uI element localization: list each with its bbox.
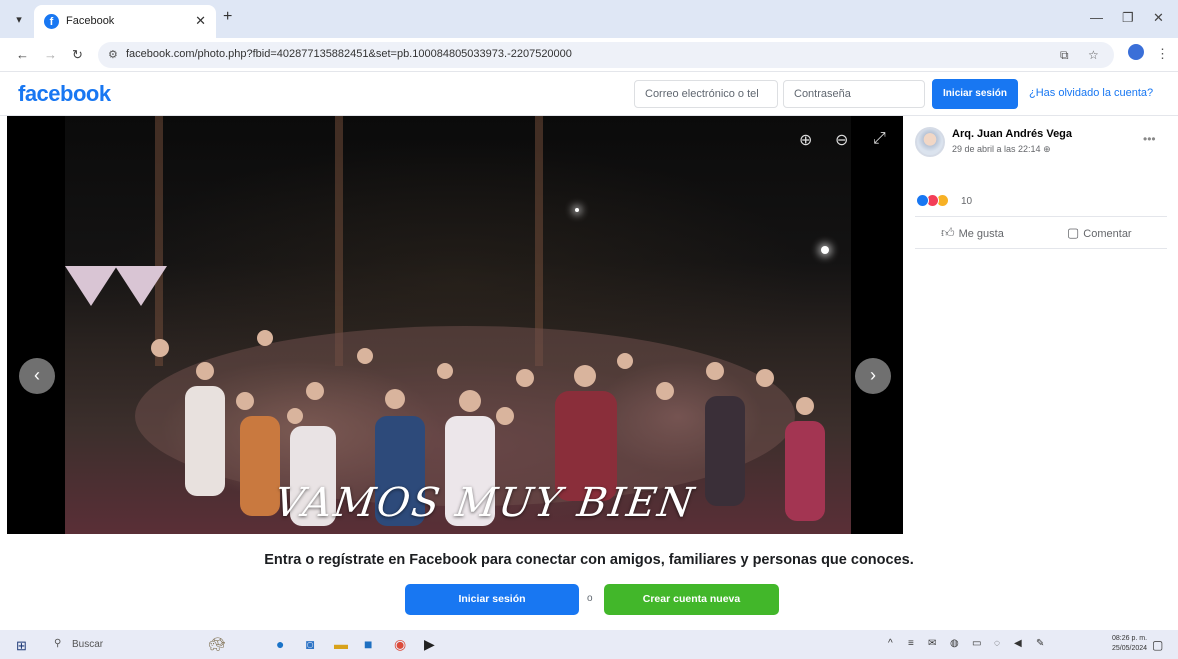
post-panel: Arq. Juan Andrés Vega 29 de abril a las …: [903, 116, 1178, 534]
zoom-in-icon[interactable]: ⊕: [799, 130, 812, 150]
post-date[interactable]: 29 de abril a las 22:14 ⊕: [952, 144, 1051, 155]
file-explorer-icon[interactable]: ▬: [334, 636, 348, 652]
bookmark-star-icon[interactable]: ☆: [1088, 48, 1099, 62]
address-bar: ← → ↻ ⚙ facebook.com/photo.php?fbid=4028…: [0, 38, 1178, 72]
chrome-icon[interactable]: ◉: [394, 636, 406, 653]
previous-photo-button[interactable]: ‹: [19, 358, 55, 394]
like-button[interactable]: 👍︎ Me gusta: [941, 225, 1004, 241]
post-photo: VAMOS MUY BIEN: [65, 116, 851, 534]
mail-icon[interactable]: ■: [364, 636, 372, 652]
comment-button[interactable]: ▢ Comentar: [1067, 225, 1132, 241]
translate-icon[interactable]: ⧉: [1060, 48, 1069, 63]
post-date-text: 29 de abril a las 22:14: [952, 144, 1041, 154]
comment-label: Comentar: [1083, 228, 1132, 240]
globe-icon: ⊕: [1043, 144, 1051, 154]
like-reaction-icon: [916, 194, 929, 207]
facebook-header: facebook Correo electrónico o tel Contra…: [0, 72, 1178, 116]
notifications-icon[interactable]: ▢: [1152, 638, 1163, 652]
taskbar: ⊞ ⚲ Buscar 🐢︎ ● ◙ ▬ ■ ◉ ▶ ^ ≡ ✉ ◍ ▭ ◌ ◀ …: [0, 630, 1178, 659]
tab-title: Facebook: [66, 15, 115, 27]
like-label: Me gusta: [958, 228, 1004, 240]
signup-banner: Entra o regístrate en Facebook para cone…: [0, 534, 1178, 630]
profile-avatar-icon[interactable]: [1128, 44, 1144, 60]
tray-security-icon[interactable]: ◍: [950, 638, 959, 649]
facebook-logo[interactable]: facebook: [18, 81, 111, 107]
photo-viewer: VAMOS MUY BIEN ⊕ ⊖ ⤢ ‹ ›: [7, 116, 903, 534]
edge-icon[interactable]: ●: [276, 636, 284, 652]
windows-start-icon[interactable]: ⊞: [16, 638, 27, 654]
clock-time: 08:26 p. m.: [1112, 635, 1148, 642]
photo-caption: VAMOS MUY BIEN: [271, 480, 699, 526]
new-tab-plus-icon[interactable]: +: [223, 8, 232, 26]
signup-prompt: Entra o regístrate en Facebook para cone…: [264, 552, 914, 568]
forgot-account-link[interactable]: ¿Has olvidado la cuenta?: [1029, 87, 1153, 99]
tray-mail-icon[interactable]: ✉: [928, 638, 936, 649]
or-separator: o: [587, 593, 593, 604]
url-field[interactable]: ⚙ facebook.com/photo.php?fbid=4028771358…: [98, 42, 1114, 68]
tray-wifi-icon[interactable]: ◌: [994, 638, 1000, 649]
taskbar-search[interactable]: ⚲ Buscar: [40, 635, 200, 654]
thumbs-up-icon: 👍︎: [941, 225, 955, 240]
tray-battery-icon[interactable]: ▭: [972, 638, 981, 649]
header-login-button[interactable]: Iniciar sesión: [932, 79, 1018, 109]
store-icon[interactable]: ◙: [306, 636, 314, 652]
reload-icon[interactable]: ↻: [72, 47, 83, 63]
minimize-icon[interactable]: —: [1090, 10, 1103, 25]
browser-window: ▾ f Facebook ✕ + — ❐ ✕ ← → ↻ ⚙ facebook.…: [0, 0, 1178, 659]
facebook-favicon-icon: f: [44, 14, 59, 29]
search-icon: ⚲: [54, 638, 62, 649]
media-player-icon[interactable]: ▶: [424, 636, 435, 653]
site-info-icon[interactable]: ⚙: [108, 48, 118, 61]
author-avatar[interactable]: [915, 127, 945, 157]
turtle-widget-icon[interactable]: 🐢︎: [208, 636, 226, 653]
tab-facebook[interactable]: f Facebook ✕: [34, 5, 216, 38]
tray-chevron-icon[interactable]: ^: [888, 638, 893, 649]
tab-close-icon[interactable]: ✕: [195, 13, 206, 29]
more-options-icon[interactable]: •••: [1143, 132, 1156, 146]
tray-volume-icon[interactable]: ◀: [1014, 638, 1022, 649]
crowd-silhouettes: [135, 326, 825, 526]
back-arrow-icon[interactable]: ←: [16, 47, 29, 62]
banner-login-button[interactable]: Iniciar sesión: [405, 584, 579, 615]
divider: [915, 248, 1167, 249]
forward-arrow-icon[interactable]: →: [44, 47, 57, 62]
clock-date: 25/05/2024: [1112, 645, 1148, 652]
window-close-icon[interactable]: ✕: [1153, 10, 1164, 26]
taskbar-search-placeholder: Buscar: [72, 639, 104, 650]
tray-network-icon[interactable]: ≡: [908, 638, 914, 649]
zoom-out-icon[interactable]: ⊖: [835, 130, 848, 150]
email-field[interactable]: Correo electrónico o tel: [634, 80, 778, 108]
next-photo-button[interactable]: ›: [855, 358, 891, 394]
author-name[interactable]: Arq. Juan Andrés Vega: [952, 128, 1072, 140]
url-text: facebook.com/photo.php?fbid=402877135882…: [126, 48, 572, 60]
fullscreen-icon[interactable]: ⤢: [873, 130, 886, 148]
tab-search-chevron-icon[interactable]: ▾: [10, 11, 28, 29]
divider: [915, 216, 1167, 217]
comment-bubble-icon: ▢: [1067, 225, 1080, 240]
reaction-count[interactable]: 10: [961, 196, 972, 207]
tab-strip: ▾ f Facebook ✕ + — ❐ ✕: [0, 0, 1178, 38]
restore-icon[interactable]: ❐: [1122, 10, 1134, 26]
browser-menu-icon[interactable]: ⋮: [1156, 46, 1169, 62]
tray-pen-icon[interactable]: ✎: [1036, 638, 1044, 649]
taskbar-clock[interactable]: 08:26 p. m. 25/05/2024: [1112, 634, 1147, 654]
password-field[interactable]: Contraseña: [783, 80, 925, 108]
create-account-button[interactable]: Crear cuenta nueva: [604, 584, 779, 615]
